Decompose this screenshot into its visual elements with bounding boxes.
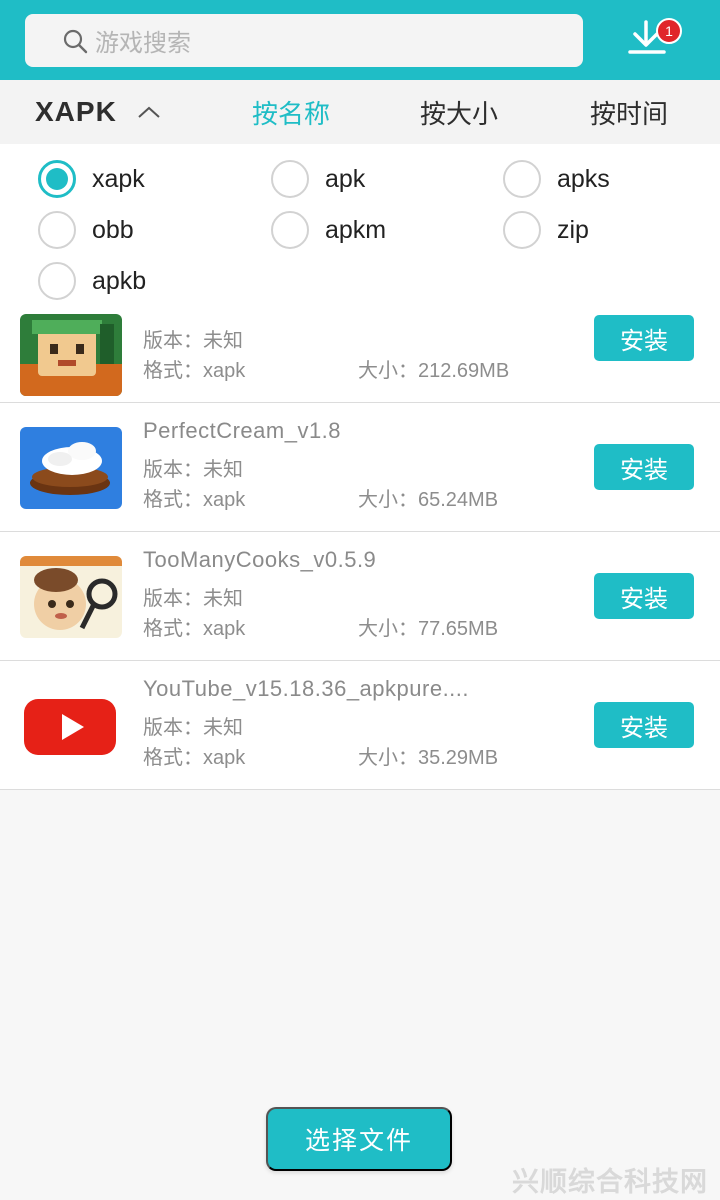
sort-by-size[interactable]: 按大小 [420, 80, 498, 144]
filter-option-obb[interactable]: obb [38, 208, 134, 252]
radio-apkm[interactable] [271, 211, 309, 249]
file-name: TooManyCooks_v0.5.9 [143, 547, 377, 572]
filter-label: apks [557, 164, 610, 193]
radio-apkb[interactable] [38, 262, 76, 300]
chevron-up-icon [138, 106, 160, 118]
sort-by-time[interactable]: 按时间 [590, 80, 668, 144]
install-button[interactable]: 安装 [594, 573, 694, 619]
file-format: 格式：xapk [143, 618, 246, 640]
file-size: 大小：65.24MB [358, 489, 499, 511]
filter-option-apk[interactable]: apk [271, 157, 365, 201]
search-icon [63, 29, 88, 53]
cook-character-icon [20, 556, 122, 638]
sort-by-name[interactable]: 按名称 [252, 80, 330, 144]
install-button[interactable]: 安装 [594, 315, 694, 361]
filter-label: apkb [92, 266, 147, 295]
filter-label: xapk [92, 164, 145, 193]
file-format: 格式：xapk [143, 489, 246, 511]
download-badge: 1 [656, 18, 682, 44]
file-size: 大小：212.69MB [358, 360, 510, 382]
top-bar: 游戏搜索 1 [0, 0, 720, 80]
file-row[interactable]: YouTube_v15.18.36_apkpure.... 版本：未知 格式：x… [0, 661, 720, 790]
game-character-icon [20, 314, 122, 396]
file-name: YouTube_v15.18.36_apkpure.... [143, 676, 470, 701]
file-version: 版本：未知 [143, 459, 243, 481]
file-row[interactable]: 版本：未知 格式：xapk 大小：212.69MB 安装 [0, 304, 720, 403]
filter-label: apkm [325, 215, 387, 244]
file-version: 版本：未知 [143, 330, 243, 352]
install-button[interactable]: 安装 [594, 444, 694, 490]
filter-label: zip [557, 215, 589, 244]
search-input[interactable]: 游戏搜索 [25, 14, 583, 67]
file-size: 大小：35.29MB [358, 747, 499, 769]
radio-obb[interactable] [38, 211, 76, 249]
file-type-label: XAPK [35, 96, 117, 127]
file-version: 版本：未知 [143, 717, 243, 739]
filter-option-xapk[interactable]: xapk [38, 157, 145, 201]
radio-apks[interactable] [503, 160, 541, 198]
install-button[interactable]: 安装 [594, 702, 694, 748]
file-type-filters: xapk apk apks obb apkm zip apkb [0, 144, 720, 304]
file-name: PerfectCream_v1.8 [143, 418, 342, 443]
sort-bar: XAPK 按名称 按大小 按时间 [0, 80, 720, 144]
file-format: 格式：xapk [143, 747, 246, 769]
file-size: 大小：77.65MB [358, 618, 499, 640]
filter-label: obb [92, 215, 134, 244]
file-type-dropdown[interactable]: XAPK [35, 80, 161, 144]
filter-option-apkb[interactable]: apkb [38, 259, 146, 303]
search-placeholder: 游戏搜索 [95, 29, 191, 57]
file-row[interactable]: TooManyCooks_v0.5.9 版本：未知 格式：xapk 大小：77.… [0, 532, 720, 661]
filter-option-zip[interactable]: zip [503, 208, 589, 252]
radio-apk[interactable] [271, 160, 309, 198]
radio-zip[interactable] [503, 211, 541, 249]
watermark: 兴顺综合科技网 [512, 1167, 708, 1198]
file-row[interactable]: PerfectCream_v1.8 版本：未知 格式：xapk 大小：65.24… [0, 403, 720, 532]
filter-option-apkm[interactable]: apkm [271, 208, 386, 252]
choose-file-button[interactable]: 选择文件 [266, 1107, 452, 1171]
file-format: 格式：xapk [143, 360, 246, 382]
filter-option-apks[interactable]: apks [503, 157, 610, 201]
file-version: 版本：未知 [143, 588, 243, 610]
filter-label: apk [325, 164, 366, 193]
radio-xapk[interactable] [38, 160, 76, 198]
youtube-icon [20, 685, 122, 767]
cream-eclair-icon [20, 427, 122, 509]
